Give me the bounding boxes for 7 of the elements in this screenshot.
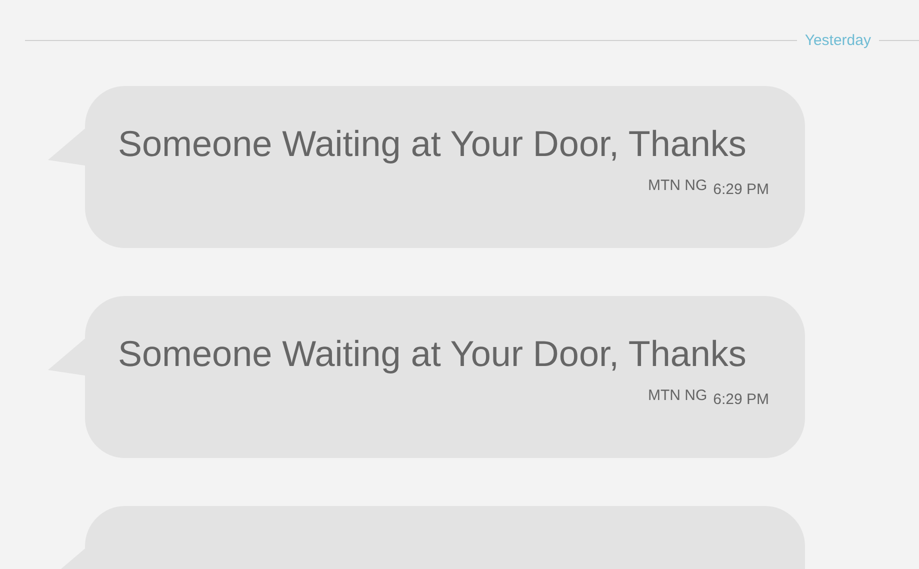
message-text: Someone Waiting at Your Door, Thanks [118,124,748,164]
message-text: Someone Waiting at Your Door, Thanks [118,334,748,374]
sender-label: MTN NG [648,178,708,193]
message-time: 6:29 PM [713,392,769,407]
date-label: Yesterday [804,33,871,48]
sender-label: MTN NG [648,388,708,403]
message-time: 6:29 PM [713,182,769,197]
